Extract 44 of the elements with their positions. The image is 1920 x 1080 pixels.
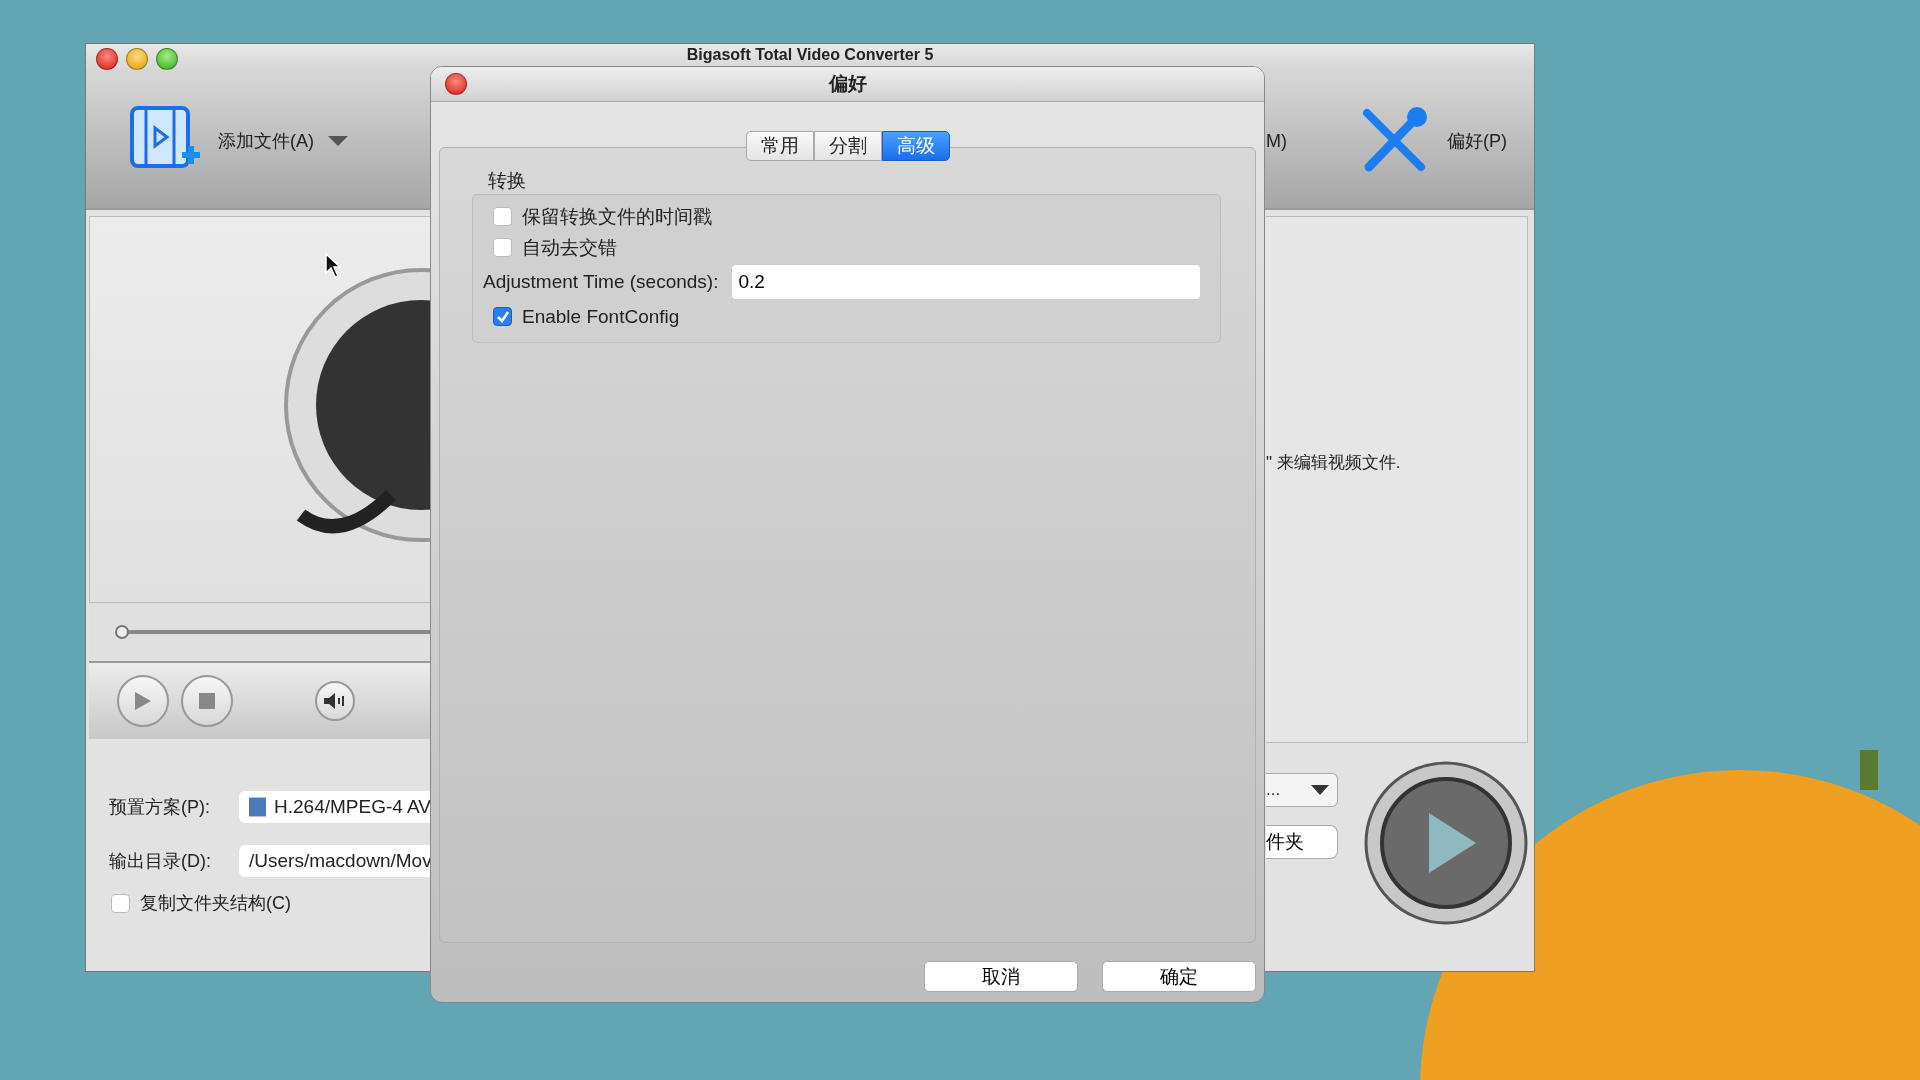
minimize-button[interactable] bbox=[126, 48, 148, 70]
group-title: 转换 bbox=[487, 169, 527, 193]
toolbar-label[interactable]: M) bbox=[1266, 130, 1287, 152]
preset-label: 预置方案(P): bbox=[108, 796, 211, 819]
add-file-label[interactable]: 添加文件(A) bbox=[218, 129, 314, 153]
dialog-button[interactable]: 确定 bbox=[1102, 961, 1256, 992]
checkbox[interactable] bbox=[493, 238, 512, 257]
convert-button[interactable] bbox=[1364, 761, 1528, 925]
caret-icon bbox=[1311, 785, 1329, 795]
input-field[interactable]: 0.2 bbox=[732, 265, 1200, 299]
tab[interactable]: 常用 bbox=[745, 131, 814, 161]
close-button[interactable] bbox=[96, 48, 118, 70]
hint-text: " 来编辑视频文件. bbox=[1266, 452, 1401, 474]
output-label: 输出目录(D): bbox=[108, 850, 212, 873]
zoom-button[interactable] bbox=[156, 48, 178, 70]
tab[interactable]: 高级 bbox=[881, 131, 950, 161]
folder-button[interactable]: 件夹 bbox=[1266, 825, 1338, 859]
checkbox[interactable] bbox=[111, 893, 130, 913]
volume-button[interactable] bbox=[315, 681, 355, 721]
checkbox-label: Enable FontConfig bbox=[522, 305, 680, 328]
stop-icon bbox=[199, 693, 215, 709]
preferences-label[interactable]: 偏好(P) bbox=[1447, 129, 1507, 153]
cursor-icon bbox=[325, 253, 341, 279]
dialog-title: 偏好 bbox=[828, 72, 867, 96]
checkbox-label: 自动去交错 bbox=[522, 235, 617, 260]
play-icon bbox=[135, 692, 151, 710]
play-button[interactable] bbox=[117, 675, 169, 727]
preset-dropdown[interactable]: H.264/MPEG-4 AV bbox=[239, 791, 431, 823]
close-button[interactable] bbox=[445, 73, 467, 95]
caret-icon[interactable] bbox=[328, 136, 348, 146]
field-label: Adjustment Time (seconds): bbox=[483, 271, 719, 293]
speaker-icon bbox=[324, 693, 346, 709]
stop-button[interactable] bbox=[181, 675, 233, 727]
output-path-field[interactable]: /Users/macdown/Mov bbox=[239, 845, 431, 877]
dialog-button[interactable]: 取消 bbox=[924, 961, 1078, 992]
checkbox-label: 保留转换文件的时间戳 bbox=[522, 204, 712, 229]
checkbox[interactable] bbox=[493, 307, 512, 326]
dropdown[interactable]: ... bbox=[1266, 773, 1338, 807]
tab[interactable]: 分割 bbox=[813, 131, 882, 161]
checkbox[interactable] bbox=[493, 207, 512, 226]
window-title: Bigasoft Total Video Converter 5 bbox=[686, 46, 934, 64]
copy-structure-label: 复制文件夹结构(C) bbox=[140, 892, 291, 915]
file-icon bbox=[249, 797, 266, 817]
slider-thumb[interactable] bbox=[115, 625, 129, 639]
